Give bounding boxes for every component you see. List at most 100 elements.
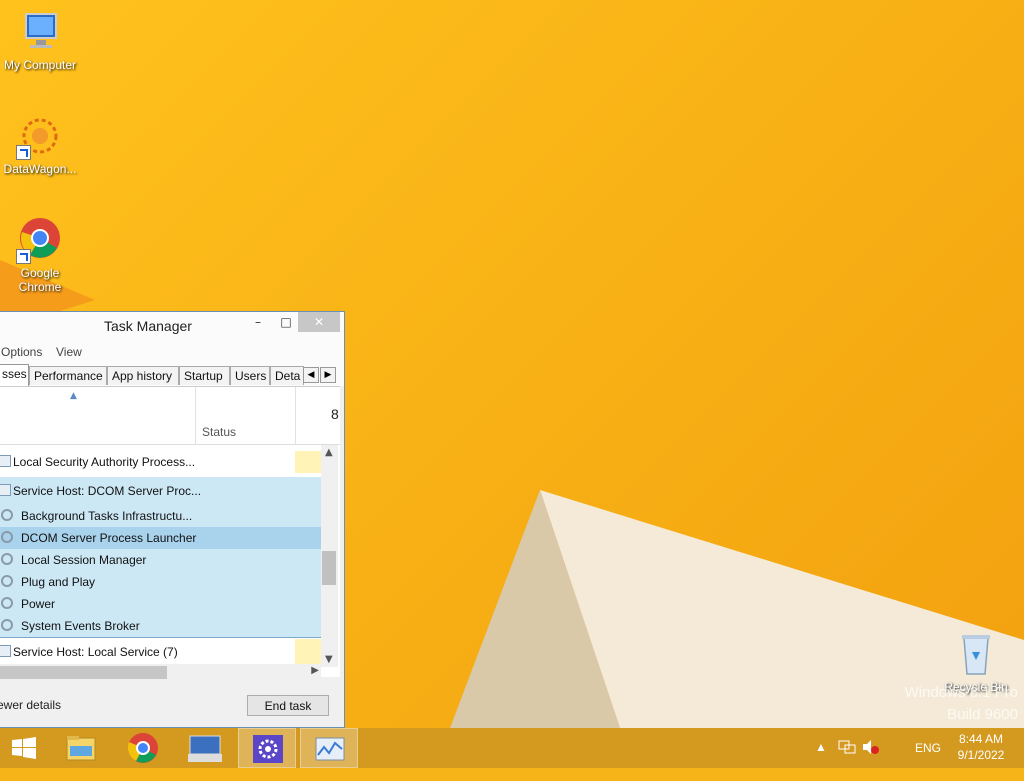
row-label: Power <box>21 597 56 611</box>
menu-bar: Options View <box>0 342 344 364</box>
cpu-column-header[interactable]: 8 <box>331 406 339 422</box>
row-label: Local Security Authority Process... <box>13 455 196 469</box>
table-row-selected[interactable]: DCOM Server Process Launcher <box>0 527 321 549</box>
service-host-icon <box>0 484 11 496</box>
tab-app-history[interactable]: App history <box>107 366 179 385</box>
chrome-icon <box>16 216 64 264</box>
settings-icon <box>253 735 283 763</box>
menu-options[interactable]: Options <box>1 345 42 359</box>
table-row[interactable]: Background Tasks Infrastructu... <box>0 505 321 527</box>
windows-watermark-edition: Windows 8.1 Pro <box>904 684 1018 701</box>
menu-view[interactable]: View <box>56 345 82 359</box>
language-indicator[interactable]: ENG <box>915 741 941 781</box>
table-row[interactable]: Plug and Play <box>0 571 321 593</box>
status-column-header[interactable]: Status <box>202 425 236 439</box>
gear-icon <box>1 509 13 521</box>
recycle-bin-icon <box>952 630 1000 678</box>
gear-icon <box>1 597 13 609</box>
chrome-shortcut[interactable]: Google Chrome <box>0 216 80 294</box>
end-task-button[interactable]: End task <box>247 695 329 716</box>
maximize-button[interactable]: □ <box>272 312 300 332</box>
taskbar: ▲ ENG 8:44 AM 9/1/2022 <box>0 728 1024 768</box>
taskbar-file-explorer[interactable] <box>52 728 110 768</box>
scroll-down-icon[interactable]: ▼ <box>325 654 333 665</box>
datawagon-label: DataWagon... <box>3 162 77 176</box>
volume-muted-icon <box>863 740 879 754</box>
tab-startup[interactable]: Startup <box>179 366 230 385</box>
tab-performance[interactable]: Performance <box>29 366 107 385</box>
tab-strip: sses Performance App history Startup Use… <box>0 364 344 387</box>
rows-container: Local Security Authority Process... Serv… <box>0 445 321 667</box>
horizontal-scrollbar[interactable]: ▶ <box>0 664 321 681</box>
clock[interactable]: 8:44 AM 9/1/2022 <box>946 732 1016 772</box>
network-icon <box>838 740 856 754</box>
gear-icon <box>1 619 13 631</box>
chrome-label: Google Chrome <box>18 266 62 294</box>
shortcut-arrow-icon <box>16 249 31 264</box>
title-bar[interactable]: Task Manager – □ ✕ <box>0 312 344 342</box>
tab-scroll-left-button[interactable]: ◀ <box>303 367 319 383</box>
column-divider[interactable] <box>195 387 196 444</box>
tab-users[interactable]: Users <box>230 366 270 385</box>
column-divider[interactable] <box>295 387 296 444</box>
gear-icon <box>1 553 13 565</box>
row-label: System Events Broker <box>21 619 140 633</box>
datawagon-shortcut[interactable]: DataWagon... <box>0 112 80 176</box>
taskbar-task-manager[interactable] <box>300 728 358 768</box>
table-row[interactable]: Local Session Manager <box>0 549 321 571</box>
table-row[interactable]: Service Host: Local Service (7) <box>0 639 321 665</box>
task-manager-icon <box>315 737 345 761</box>
row-label: Service Host: DCOM Server Proc... <box>13 484 202 498</box>
tab-scroll-right-button[interactable]: ▶ <box>320 367 336 383</box>
taskbar-settings[interactable] <box>238 728 296 768</box>
start-icon <box>12 737 36 759</box>
row-label: Local Session Manager <box>21 553 147 567</box>
scroll-up-icon[interactable]: ▲ <box>325 447 333 458</box>
chrome-icon <box>127 733 158 763</box>
taskbar-chrome[interactable] <box>114 728 172 768</box>
taskbar-on-screen-keyboard[interactable] <box>176 728 234 768</box>
gear-icon <box>1 575 13 587</box>
task-manager-window: Task Manager – □ ✕ Options View sses Per… <box>0 311 345 728</box>
tab-processes[interactable]: sses <box>0 364 29 387</box>
cpu-cell <box>295 451 321 473</box>
row-label: Plug and Play <box>21 575 96 589</box>
scroll-thumb[interactable] <box>322 551 336 585</box>
datawagon-icon <box>16 112 64 160</box>
row-label: DCOM Server Process Launcher <box>21 531 197 545</box>
my-computer-label: My Computer <box>3 58 77 72</box>
table-row[interactable]: Power <box>0 593 321 615</box>
table-row[interactable]: System Events Broker <box>0 615 321 638</box>
network-status[interactable] <box>838 739 856 779</box>
tab-details[interactable]: Deta <box>270 366 304 385</box>
windows-watermark-build: Build 9600 <box>947 706 1018 723</box>
row-label: Background Tasks Infrastructu... <box>21 509 193 523</box>
minimize-button[interactable]: – <box>244 312 272 332</box>
volume-status[interactable] <box>862 739 880 779</box>
keyboard-icon <box>188 735 222 762</box>
table-row-group[interactable]: Service Host: DCOM Server Proc... <box>0 477 321 505</box>
table-row[interactable]: Local Security Authority Process... <box>0 451 321 473</box>
column-header: ▲ Status 8 <box>0 387 340 445</box>
shortcut-arrow-icon <box>16 145 31 160</box>
scroll-right-icon[interactable]: ▶ <box>311 665 319 676</box>
chevron-up-icon: ▲ <box>815 740 827 754</box>
sort-ascending-icon[interactable]: ▲ <box>70 391 77 401</box>
vertical-scrollbar[interactable]: ▲ ▼ <box>321 445 338 667</box>
file-explorer-icon <box>66 736 96 761</box>
my-computer-shortcut[interactable]: My Computer <box>0 8 80 72</box>
process-list: ▲ Status 8 Local Security Authority Proc… <box>0 386 340 677</box>
cpu-cell <box>295 639 321 665</box>
service-host-icon <box>0 645 11 657</box>
close-button[interactable]: ✕ <box>298 312 340 332</box>
scroll-thumb[interactable] <box>0 666 167 679</box>
minimize-icon: – <box>255 315 261 329</box>
gear-icon <box>1 531 13 543</box>
chevron-left-icon: ◀ <box>307 370 315 380</box>
clock-time: 8:44 AM <box>958 732 1004 746</box>
fewer-details-link[interactable]: ewer details <box>0 698 61 712</box>
chevron-right-icon: ▶ <box>324 370 332 380</box>
start-button[interactable] <box>0 728 48 768</box>
show-hidden-icons-button[interactable]: ▲ <box>815 740 827 780</box>
window-title: Task Manager <box>104 318 192 334</box>
